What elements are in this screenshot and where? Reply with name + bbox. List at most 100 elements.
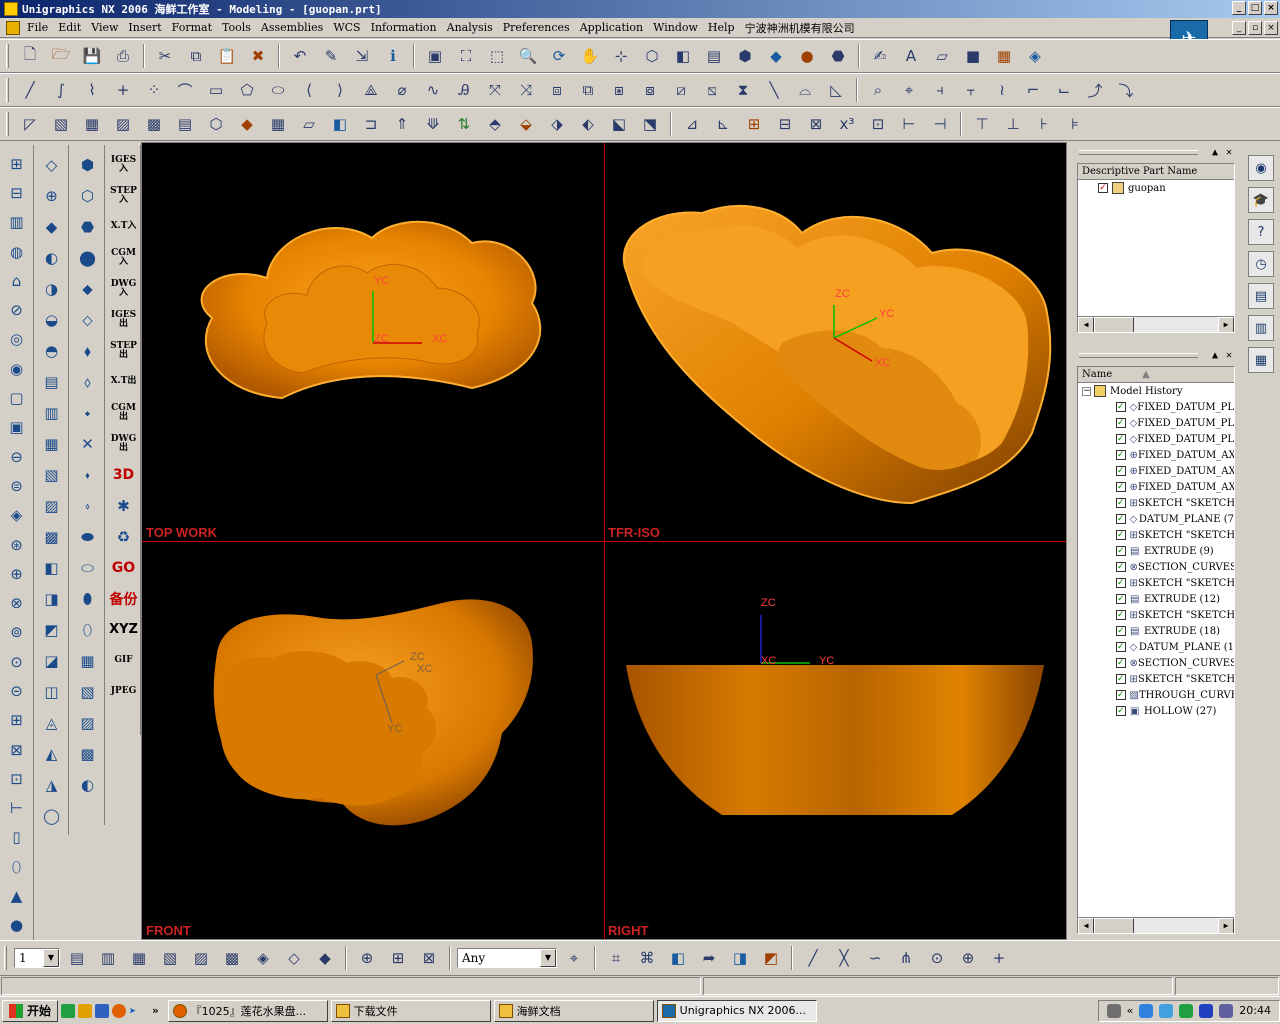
hole-icon[interactable]: ◎ [3, 325, 31, 354]
step-import-button[interactable]: STEP入 [110, 180, 138, 211]
feature-checkbox[interactable]: ✓ [1116, 610, 1126, 620]
help-icon[interactable]: ? [1248, 219, 1274, 245]
wrap-icon[interactable]: ⧆ [605, 77, 633, 103]
through-curves-icon[interactable]: ▧ [47, 111, 75, 137]
transition-icon[interactable]: ◆ [233, 111, 261, 137]
feature-row[interactable]: ✓ ◇ FIXED_DATUM_PL [1078, 399, 1234, 415]
menu-information[interactable]: Information [366, 21, 442, 34]
chamfer-feature-icon[interactable]: ⊚ [3, 618, 31, 647]
join-icon[interactable]: ⧇ [636, 77, 664, 103]
datum-csys-icon[interactable]: ◆ [38, 211, 66, 242]
promote-icon[interactable]: ▦ [38, 428, 66, 459]
ruled-icon[interactable]: ◸ [16, 111, 44, 137]
blend-surface-icon[interactable]: ⊤ [968, 111, 996, 137]
midpoint-snap-icon[interactable]: ╳ [830, 945, 858, 971]
feature-checkbox[interactable]: ✓ [1116, 594, 1126, 604]
trim-icon[interactable]: ⧅ [698, 77, 726, 103]
close-button[interactable]: × [1264, 1, 1278, 15]
menu-preferences[interactable]: Preferences [498, 21, 575, 34]
feature-row[interactable]: ✓ ▤ EXTRUDE (18) [1078, 623, 1234, 639]
thicken-sheet-icon[interactable]: ◨ [38, 583, 66, 614]
iges-export-button[interactable]: IGES出 [110, 304, 138, 335]
measure-icon[interactable]: ⌖ [895, 77, 923, 103]
layer-status-icon[interactable]: ◇ [280, 945, 308, 971]
type-filter-select[interactable]: Any ▼ [457, 947, 557, 968]
spreadsheet-icon[interactable]: ▦ [74, 645, 102, 676]
refresh-view-icon[interactable]: ▣ [421, 43, 449, 69]
menu-edit[interactable]: Edit [53, 21, 86, 34]
feature-row[interactable]: ✓ ▣ HOLLOW (27) [1078, 703, 1234, 719]
task-unigraphics[interactable]: Unigraphics NX 2006... [656, 999, 817, 1022]
tools-icon[interactable]: ✱ [110, 490, 138, 521]
scroll-right-icon[interactable]: ▶ [1218, 918, 1234, 933]
pocket-icon[interactable]: ▢ [3, 383, 31, 412]
datum-plane-icon[interactable]: ◇ [38, 149, 66, 180]
sketch-v13-icon[interactable]: ⊟ [3, 178, 31, 207]
ellipse-icon[interactable]: ⬭ [264, 77, 292, 103]
copy-layer-icon[interactable]: ▧ [156, 945, 184, 971]
part-navigator-icon[interactable]: ▤ [1248, 283, 1274, 309]
cone-icon[interactable]: ▲ [3, 881, 31, 910]
feature-row[interactable]: ✓ ▤ EXTRUDE (9) [1078, 543, 1234, 559]
layout-icon[interactable]: ⬡ [638, 43, 666, 69]
bounded-icon[interactable]: ⬖ [574, 111, 602, 137]
volume-icon[interactable] [1219, 1003, 1234, 1018]
spline-icon[interactable]: ∫ [47, 77, 75, 103]
feature-checkbox[interactable]: ✓ [1116, 546, 1126, 556]
tangent-snap-icon[interactable]: ∽ [861, 945, 889, 971]
xform2-icon[interactable]: ⊾ [709, 111, 737, 137]
smoothing-icon[interactable]: ⊡ [864, 111, 892, 137]
assembly-navigator-icon[interactable]: ▥ [1248, 315, 1274, 341]
menu-file[interactable]: File [22, 21, 53, 34]
feature-checkbox[interactable]: ✓ [1116, 578, 1126, 588]
wave-link-icon[interactable]: ⬨ [74, 366, 102, 397]
menu-view[interactable]: View [86, 21, 123, 34]
zoom-icon[interactable]: 🔍 [514, 43, 542, 69]
paste-icon[interactable]: 📋 [213, 43, 241, 69]
project-icon[interactable]: ⤧ [481, 77, 509, 103]
intersect-body-icon[interactable]: ◒ [38, 304, 66, 335]
subtract-icon[interactable]: ◑ [38, 273, 66, 304]
styled-blend-icon[interactable]: ⊦ [1030, 111, 1058, 137]
keyboard-icon[interactable] [1106, 1003, 1121, 1018]
group-layer-icon[interactable]: ◆ [311, 945, 339, 971]
delete-icon[interactable]: ✖ [244, 43, 272, 69]
dwg-export-button[interactable]: DWG出 [110, 428, 138, 459]
layer-select[interactable]: 1 ▼ [14, 947, 60, 968]
revolve-icon[interactable]: ◍ [3, 237, 31, 266]
media-icon[interactable] [1199, 1003, 1214, 1018]
xform-icon[interactable]: ⊿ [678, 111, 706, 137]
layer-icon[interactable]: ▦ [990, 43, 1018, 69]
menu-tools[interactable]: Tools [217, 21, 256, 34]
text-icon[interactable]: A [897, 43, 925, 69]
panel-close-icon[interactable]: ✕ [1226, 147, 1232, 158]
arrangement-icon[interactable]: ⬯ [74, 614, 102, 645]
feature-checkbox[interactable]: ✓ [1116, 562, 1126, 572]
bounded-plane-icon[interactable]: ▩ [38, 521, 66, 552]
fit-icon[interactable]: ⛶ [452, 43, 480, 69]
panel-collapse-icon[interactable]: ▲ [1212, 147, 1218, 158]
layers-icon[interactable]: ◈ [1021, 43, 1049, 69]
doc-close-button[interactable]: × [1264, 21, 1278, 35]
helix-icon[interactable]: ⌀ [388, 77, 416, 103]
move-face-icon[interactable]: ◯ [38, 800, 66, 831]
exploded-view-icon[interactable]: ⬩ [74, 397, 102, 428]
feature-row[interactable]: ✓ ⊕ FIXED_DATUM_AX [1078, 447, 1234, 463]
point-constructor-icon[interactable]: ⌘ [633, 945, 661, 971]
replace-face-icon[interactable]: ◭ [38, 738, 66, 769]
thread-icon[interactable]: ◈ [3, 501, 31, 530]
bom-icon[interactable]: ▨ [74, 707, 102, 738]
network-icon[interactable] [1179, 1003, 1194, 1018]
select-feature-icon[interactable]: ⊞ [384, 945, 412, 971]
quadrant-snap-icon[interactable]: ⊕ [954, 945, 982, 971]
edge-blend-icon[interactable]: ⊗ [3, 588, 31, 617]
deviation-icon[interactable]: ⫟ [957, 77, 985, 103]
task-downloads[interactable]: 下载文件 [330, 999, 491, 1022]
cylinder-icon[interactable]: ⬯ [3, 852, 31, 881]
layer-visible-icon[interactable]: ▥ [94, 945, 122, 971]
arrow-select-icon[interactable]: ➦ [695, 945, 723, 971]
wrap-geometry-icon[interactable]: ▧ [38, 459, 66, 490]
remove-component-icon[interactable]: ✕ [74, 428, 102, 459]
component-icon[interactable]: ⬢ [74, 149, 102, 180]
trim-sheet-icon[interactable]: ⟱ [419, 111, 447, 137]
